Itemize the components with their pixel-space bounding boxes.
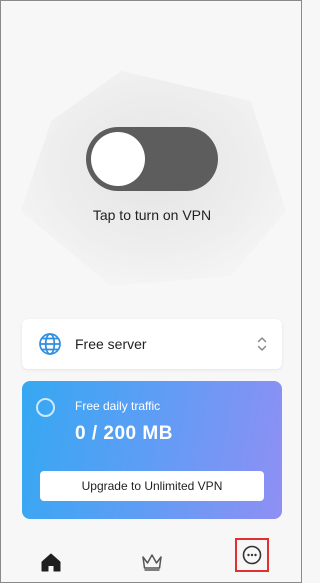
crown-icon — [142, 554, 162, 571]
toggle-knob — [91, 132, 145, 186]
nav-premium[interactable] — [132, 541, 172, 579]
traffic-title: Free daily traffic — [75, 399, 161, 413]
home-icon — [41, 553, 61, 572]
nav-more[interactable] — [235, 538, 269, 572]
app-screen: Tap to turn on VPN Free server Free dail… — [0, 0, 302, 583]
vpn-status-label: Tap to turn on VPN — [92, 207, 212, 223]
globe-icon — [39, 333, 61, 355]
server-selector[interactable]: Free server — [22, 319, 282, 369]
more-icon — [242, 545, 262, 565]
vpn-toggle[interactable] — [86, 127, 218, 191]
bottom-navigation — [1, 538, 301, 582]
nav-home[interactable] — [31, 541, 71, 579]
server-label: Free server — [75, 336, 147, 352]
traffic-value: 0 / 200 MB — [75, 423, 173, 444]
traffic-card: Free daily traffic 0 / 200 MB Upgrade to… — [22, 381, 282, 519]
chevron-up-down-icon — [257, 337, 267, 351]
traffic-progress-ring — [36, 398, 55, 417]
upgrade-button[interactable]: Upgrade to Unlimited VPN — [40, 471, 264, 501]
